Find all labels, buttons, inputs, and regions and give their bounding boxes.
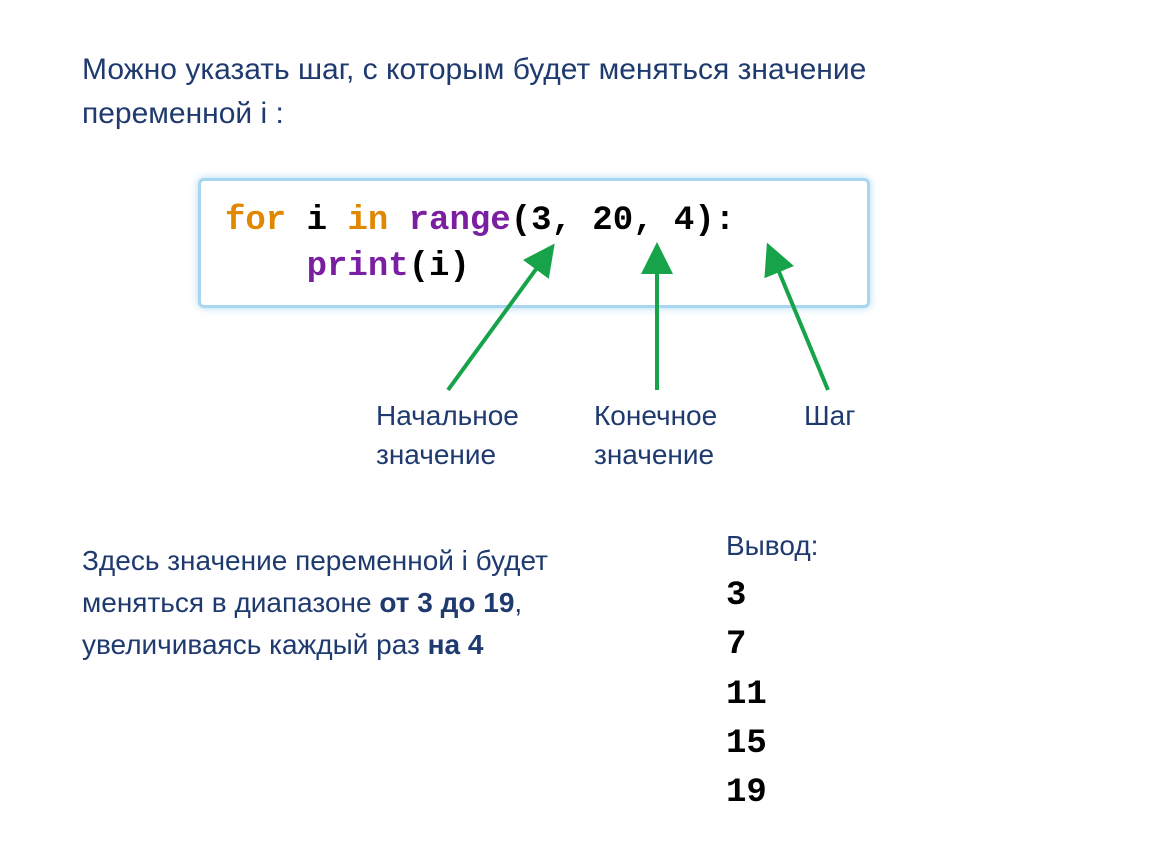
code-var-i: i <box>286 202 347 240</box>
label-step: Шаг <box>804 396 855 435</box>
func-range: range <box>409 202 511 240</box>
keyword-for: for <box>225 202 286 240</box>
code-range-args: (3, 20, 4): <box>511 202 735 240</box>
output-line-0: 3 <box>726 572 818 621</box>
label-start-value: Начальное значение <box>376 396 519 474</box>
desc-bold1: от 3 до 19 <box>379 587 514 618</box>
code-space <box>388 202 408 240</box>
code-print-args: (i) <box>409 248 470 286</box>
code-indent <box>225 248 307 286</box>
code-line-2: print(i) <box>225 245 843 291</box>
output-line-1: 7 <box>726 621 818 670</box>
output-block: Вывод: 3 7 11 15 19 <box>726 530 818 818</box>
keyword-in: in <box>347 202 388 240</box>
label-end-value: Конечное значение <box>594 396 717 474</box>
code-line-1: for i in range(3, 20, 4): <box>225 199 843 245</box>
output-line-2: 11 <box>726 671 818 720</box>
output-line-3: 15 <box>726 720 818 769</box>
func-print: print <box>307 248 409 286</box>
desc-bold2: на 4 <box>428 629 484 660</box>
output-line-4: 19 <box>726 769 818 818</box>
code-block: for i in range(3, 20, 4): print(i) <box>198 178 870 308</box>
description-paragraph: Здесь значение переменной i будет менять… <box>82 540 642 666</box>
output-title: Вывод: <box>726 530 818 562</box>
intro-paragraph: Можно указать шаг, с которым будет менят… <box>82 48 982 135</box>
